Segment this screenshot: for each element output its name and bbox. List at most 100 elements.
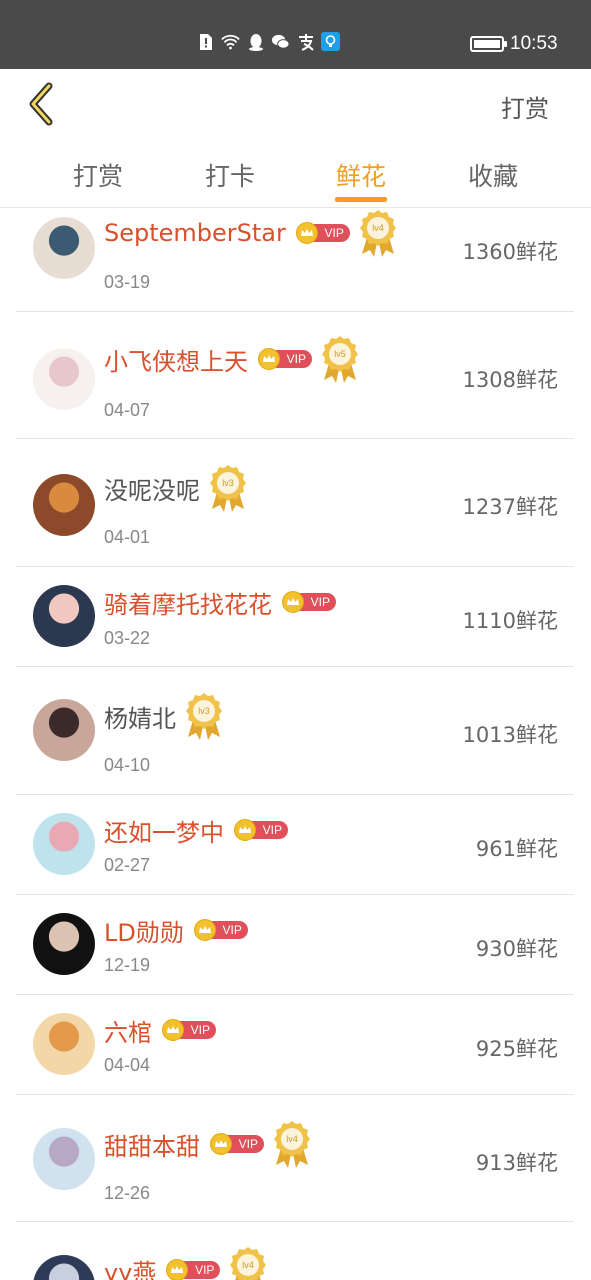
list-item[interactable]: 六棺 VIP 04-04 925鲜花: [16, 995, 574, 1095]
crown-icon: [210, 1133, 232, 1155]
vip-badge: VIP: [210, 1133, 264, 1155]
vip-badge: VIP: [166, 1259, 221, 1280]
user-name[interactable]: yy燕: [104, 1253, 156, 1280]
user-name[interactable]: 还如一梦中: [104, 813, 224, 848]
user-name[interactable]: 没呢没呢: [104, 471, 200, 506]
list-item[interactable]: yy燕 VIP lv4: [16, 1222, 574, 1280]
list-item[interactable]: 还如一梦中 VIP 02-27 961鲜花: [16, 795, 574, 895]
qq-icon: [246, 32, 265, 51]
svg-text:lv4: lv4: [286, 1134, 298, 1144]
svg-text:lv3: lv3: [198, 706, 210, 716]
avatar[interactable]: [33, 1013, 95, 1075]
flower-count: 925鲜花: [475, 1037, 558, 1061]
list-item[interactable]: 骑着摩托找花花 VIP 03-22 1110鲜花: [16, 567, 574, 667]
list-item[interactable]: LD勋勋 VIP 12-19 930鲜花: [16, 895, 574, 995]
gift-date: 04-04: [104, 1055, 151, 1075]
level-medal-icon: lv3: [186, 693, 222, 740]
avatar[interactable]: [33, 699, 95, 761]
flower-count: 1013鲜花: [462, 723, 558, 747]
flower-count: 1308鲜花: [462, 368, 558, 392]
chevron-left-icon: [29, 82, 53, 126]
gift-date: 12-19: [104, 955, 151, 975]
battery-icon: [470, 36, 507, 52]
crown-icon: [162, 1019, 184, 1041]
tab-checkin[interactable]: 打卡: [185, 157, 275, 193]
svg-text:lv4: lv4: [243, 1260, 255, 1270]
level-medal-icon: lv4: [230, 1247, 267, 1280]
sim-alert-icon: [196, 32, 215, 51]
user-name-line: 还如一梦中 VIP: [104, 813, 288, 847]
crown-icon: [295, 222, 318, 244]
wechat-icon: [271, 32, 290, 51]
vip-badge: VIP: [193, 919, 248, 941]
user-name[interactable]: 小飞侠想上天: [104, 342, 248, 377]
avatar[interactable]: [33, 813, 95, 875]
avatar[interactable]: [33, 913, 95, 975]
user-name-line: 甜甜本甜 VIP lv4: [104, 1121, 312, 1168]
tab-flowers[interactable]: 鲜花: [316, 157, 406, 193]
reward-action-button[interactable]: 打赏: [501, 89, 549, 124]
svg-text:lv3: lv3: [222, 478, 234, 488]
nav-bar: 打赏: [0, 69, 591, 139]
flower-count: 930鲜花: [475, 937, 558, 961]
flower-count: 913鲜花: [475, 1151, 558, 1175]
vip-badge: VIP: [234, 819, 288, 841]
user-name[interactable]: LD勋勋: [104, 913, 184, 948]
avatar[interactable]: [33, 217, 95, 279]
user-name-line: 六棺 VIP: [104, 1013, 216, 1047]
user-name[interactable]: 六棺: [104, 1013, 152, 1048]
level-medal-icon: lv5: [322, 336, 358, 383]
avatar[interactable]: [33, 1255, 95, 1280]
avatar[interactable]: [33, 1128, 95, 1190]
tab-bar: 打赏 打卡 鲜花 收藏: [0, 139, 591, 208]
gift-date: 03-22: [104, 628, 151, 648]
list-item[interactable]: 甜甜本甜 VIP lv4 12-26 913鲜花: [16, 1095, 574, 1222]
tab-favorites[interactable]: 收藏: [448, 157, 538, 193]
avatar[interactable]: [33, 474, 95, 536]
user-name-line: SeptemberStar VIP lv4: [104, 210, 398, 257]
tab-reward[interactable]: 打赏: [53, 157, 143, 193]
back-button[interactable]: [20, 81, 60, 127]
list-item[interactable]: 杨婧北 lv3 04-10 1013鲜花: [16, 667, 574, 795]
status-time: 10:53: [510, 33, 558, 54]
crown-icon: [258, 348, 280, 370]
user-name[interactable]: 杨婧北: [104, 699, 176, 734]
user-name-line: LD勋勋 VIP: [104, 913, 248, 947]
status-icons: [196, 32, 340, 51]
user-name[interactable]: SeptemberStar: [104, 219, 286, 247]
avatar[interactable]: [33, 585, 95, 647]
status-bar: 10:53: [0, 0, 591, 69]
crown-icon: [193, 919, 216, 941]
vip-badge: VIP: [282, 591, 336, 613]
flower-ranking-list[interactable]: SeptemberStar VIP lv4 03-19 1360鲜花小飞侠想上天 VIP l…: [0, 208, 591, 1280]
gift-date: 03-19: [104, 272, 151, 292]
list-item[interactable]: SeptemberStar VIP lv4 03-19 1360鲜花: [16, 208, 574, 312]
user-name-line: 没呢没呢 lv3: [104, 465, 248, 512]
bulb-app-icon: [321, 32, 340, 51]
user-name-line: 小飞侠想上天 VIP lv5: [104, 336, 360, 383]
user-name[interactable]: 甜甜本甜: [104, 1127, 200, 1162]
avatar[interactable]: [33, 348, 95, 410]
flower-count: 1110鲜花: [462, 609, 558, 633]
gift-date: 04-10: [104, 755, 151, 775]
gift-date: 04-07: [104, 400, 151, 420]
user-name-line: 骑着摩托找花花 VIP: [104, 585, 336, 619]
svg-text:lv4: lv4: [372, 223, 384, 233]
vip-badge: VIP: [258, 348, 312, 370]
user-name-line: 杨婧北 lv3: [104, 693, 224, 740]
user-name[interactable]: 骑着摩托找花花: [104, 585, 272, 620]
flower-count: 1360鲜花: [462, 240, 558, 264]
svg-text:lv5: lv5: [334, 349, 346, 359]
level-medal-icon: lv4: [359, 210, 396, 257]
list-item[interactable]: 没呢没呢 lv3 04-01 1237鲜花: [16, 439, 574, 567]
vip-badge: VIP: [295, 222, 350, 244]
vip-badge: VIP: [162, 1019, 216, 1041]
gift-date: 02-27: [104, 855, 151, 875]
user-name-line: yy燕 VIP lv4: [104, 1247, 268, 1280]
list-item[interactable]: 小飞侠想上天 VIP lv5 04-07 1308鲜花: [16, 312, 574, 439]
wifi-icon: [221, 32, 240, 51]
gift-date: 12-26: [104, 1183, 151, 1203]
crown-icon: [234, 819, 256, 841]
gift-date: 04-01: [104, 527, 151, 547]
crown-icon: [166, 1259, 189, 1280]
